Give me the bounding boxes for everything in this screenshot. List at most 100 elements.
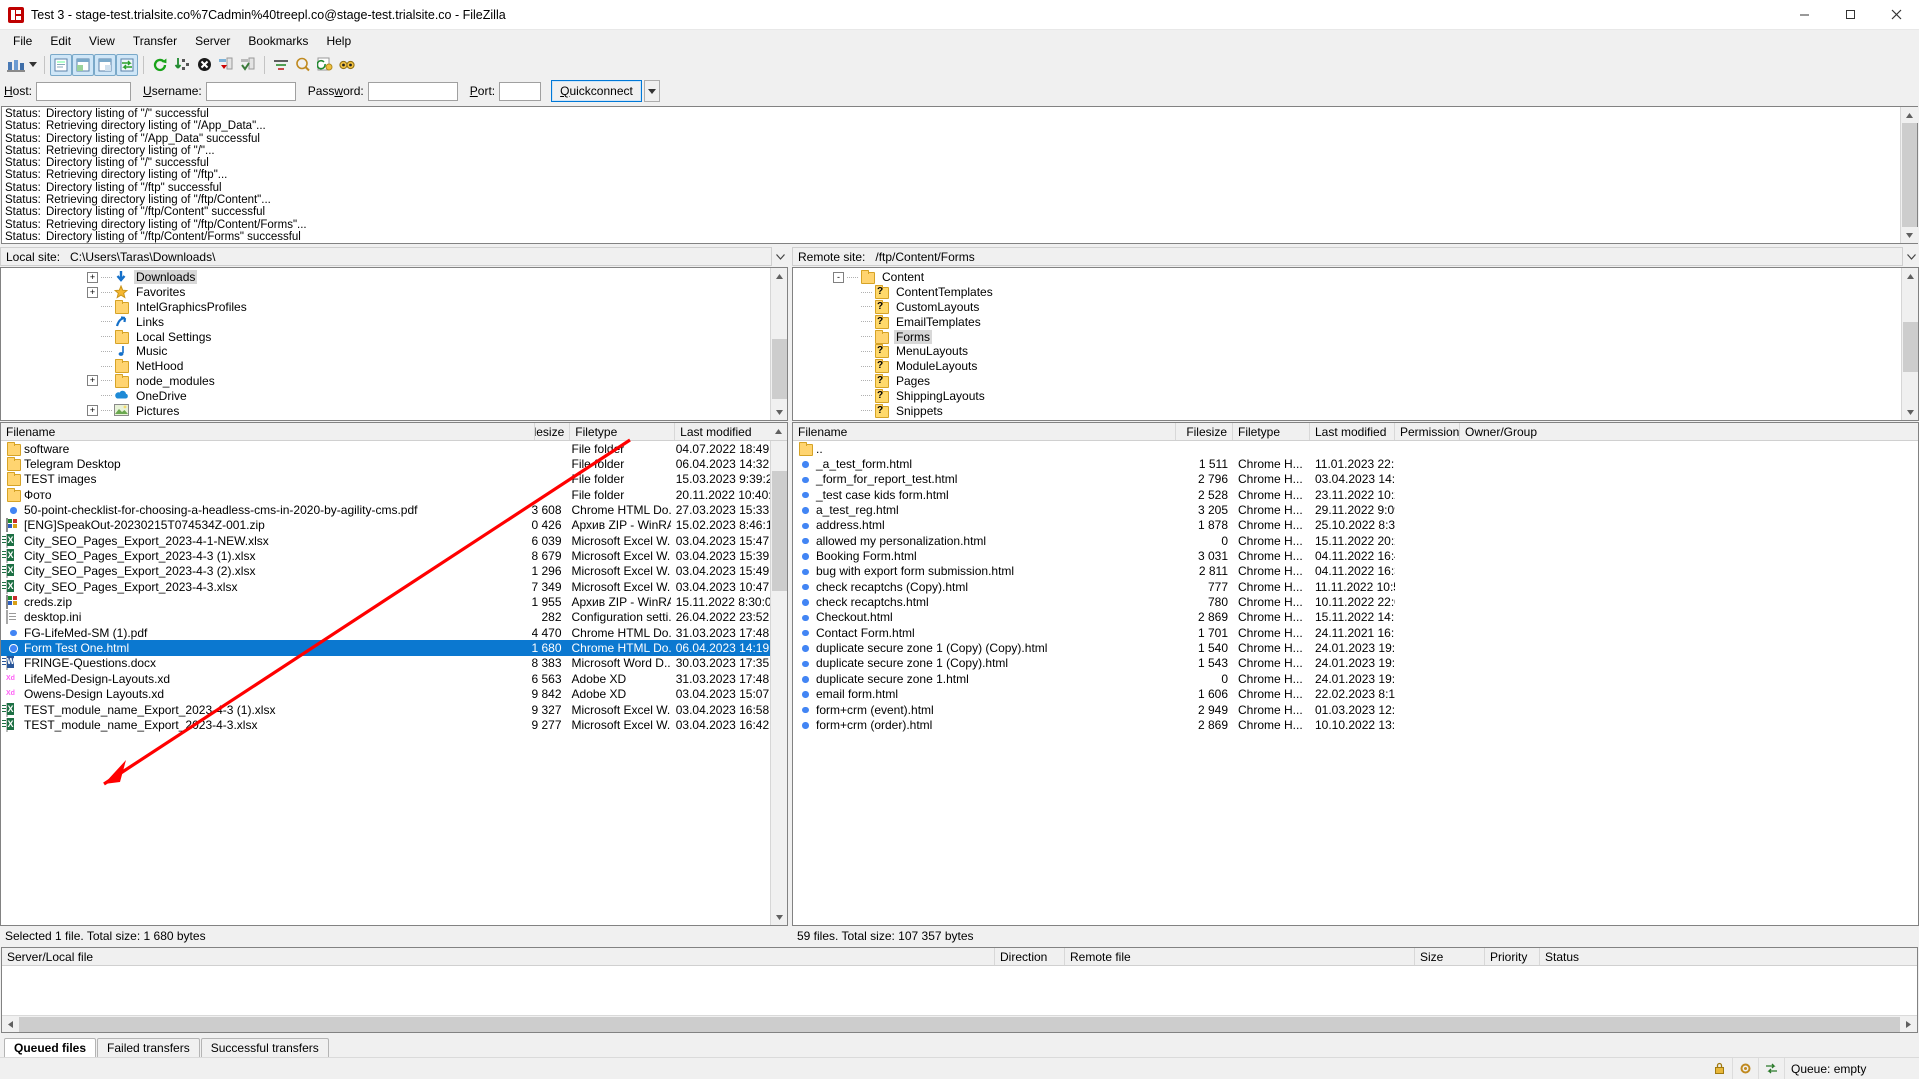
tree-node-label[interactable]: Local Settings [134,330,213,344]
queue-scroll-right[interactable] [1900,1016,1917,1033]
synchronized-browsing-icon[interactable] [314,54,336,76]
table-row[interactable]: Owens-Design Layouts.xd 3 539 842 Adobe XD… [1,687,770,702]
cancel-operation-icon[interactable] [193,54,215,76]
tab-failed-transfers[interactable]: Failed transfers [97,1038,200,1057]
tree-node[interactable]: OneDrive [1,388,770,403]
queue-col-remotefile[interactable]: Remote file [1065,948,1415,965]
tree-node[interactable]: + Favorites [1,284,770,300]
tree-node-label[interactable]: CustomLayouts [894,300,981,314]
tree-node-label[interactable]: NetHood [134,359,185,373]
remote-col-lastmodified[interactable]: Last modified [1310,423,1395,440]
reconnect-icon[interactable] [237,54,259,76]
table-row[interactable]: .. [793,441,1918,456]
table-row[interactable]: Booking Form.html 3 031 Chrome H... 04.11.2… [793,548,1918,563]
table-row[interactable]: Checkout.html 2 869 Chrome H... 15.11.2022 … [793,610,1918,625]
table-row[interactable]: Form Test One.html 1 680 Chrome HTML Do...… [1,640,770,656]
tree-node[interactable]: + node_modules [1,373,770,389]
table-row[interactable]: software File folder 04.07.2022 18:49:01 [1,441,770,456]
tree-node-label[interactable]: ShippingLayouts [894,389,987,403]
find-files-icon[interactable] [336,54,358,76]
tree-node[interactable]: ? Snippets [793,403,1901,418]
queue-body[interactable] [2,966,1917,1015]
table-row[interactable]: Contact Form.html 1 701 Chrome H... 24.11.2… [793,625,1918,640]
directory-comparison-icon[interactable] [292,54,314,76]
site-manager-icon[interactable] [5,54,27,76]
tree-node[interactable]: ? ShippingLayouts [793,388,1901,403]
table-row[interactable]: duplicate secure zone 1 (Copy) (Copy).ht… [793,640,1918,655]
message-log-list[interactable]: Status: Directory listing of "/" successf… [2,107,1900,243]
queue-col-size[interactable]: Size [1415,948,1485,965]
local-col-lastmodified[interactable]: Last modified [675,423,770,440]
remote-site-dropdown-icon[interactable] [1903,253,1919,260]
queue-col-priority[interactable]: Priority [1485,948,1540,965]
local-col-filetype[interactable]: Filetype [570,423,676,440]
local-site-dropdown-icon[interactable] [772,253,788,260]
local-directory-tree[interactable]: + Downloads + Favorites IntelGraphicsProfile… [0,267,788,421]
tree-node-label[interactable]: OneDrive [134,389,189,403]
table-row[interactable]: duplicate secure zone 1 (Copy).html 1 543… [793,656,1918,671]
tab-successful-transfers[interactable]: Successful transfers [200,1038,329,1057]
username-input[interactable] [205,81,296,101]
tree-expander[interactable]: + [87,286,98,298]
scroll-down-button[interactable] [1900,227,1918,243]
tab-queued-files[interactable]: Queued files [4,1038,97,1057]
local-list-body[interactable]: softwareFile folder04.07.2022 18:49:01Te… [1,441,787,925]
tree-node-label[interactable]: IntelGraphicsProfiles [134,300,249,314]
disconnect-icon[interactable] [215,54,237,76]
toggle-message-log-icon[interactable] [50,53,72,76]
local-list-scroll-up[interactable] [770,423,787,440]
tree-node[interactable]: ? Pages [793,373,1901,389]
local-tree-scroll-thumb[interactable] [771,339,787,399]
transfer-queue[interactable]: Server/Local file Direction Remote file … [1,947,1918,1033]
toggle-local-tree-icon[interactable] [72,53,94,76]
tree-expander[interactable]: + [87,271,98,283]
message-log-scrollbar[interactable] [1900,107,1918,243]
table-row[interactable]: creds.zip 1 955 Архив ZIP - WinRAR 15.11.20… [1,594,770,610]
local-site-path[interactable]: C:\Users\Taras\Downloads\ [65,247,772,266]
tree-node[interactable]: Forms [793,329,1901,344]
table-row[interactable]: FRINGE-Questions.docx 2 538 383 Microsoft … [1,656,770,671]
tree-node[interactable]: + Pictures [1,403,770,418]
menu-server[interactable]: Server [186,32,239,50]
tree-node-label[interactable]: ContentTemplates [894,285,995,299]
remote-tree-scrollbar[interactable] [1901,268,1918,420]
tree-node-label[interactable]: MenuLayouts [894,344,970,358]
remote-tree-scroll-down[interactable] [1901,404,1918,420]
dropdown-caret-icon[interactable] [27,54,39,76]
table-row[interactable]: FG-LifeMed-SM (1).pdf 44 470 Chrome HTML D… [1,625,770,640]
port-input[interactable] [499,81,542,101]
local-col-filesize[interactable]: Filesize [535,423,571,440]
tree-node[interactable]: ? MenuLayouts [793,344,1901,359]
table-row[interactable]: City_SEO_Pages_Export_2023-4-1-NEW.xlsx 3… [1,533,770,548]
tree-node-label[interactable]: Forms [894,329,932,344]
table-row[interactable]: address.html 1 878 Chrome H... 25.10.2022 8… [793,518,1918,533]
table-row[interactable]: LifeMed-Design-Layouts.xd 3 016 563 Adobe … [1,671,770,686]
table-row[interactable]: TEST_module_name_Export_2023-4-3.xlsx 9 2… [1,717,770,732]
table-row[interactable]: TEST images File folder 15.03.2023 9:39:29 [1,472,770,487]
local-tree-nodes[interactable]: + Downloads + Favorites IntelGraphicsProfile… [1,268,770,420]
local-list-scroll-down[interactable] [770,909,787,925]
table-row[interactable]: [ENG]SpeakOut-20230215T074534Z-001.zip 59… [1,518,770,533]
host-input[interactable] [36,81,132,101]
tree-node-label[interactable]: Pages [894,374,932,388]
tree-node-label[interactable]: ModuleLayouts [894,359,979,373]
table-row[interactable]: desktop.ini 282 Configuration setti... 26.0… [1,610,770,625]
tree-expander[interactable]: - [833,271,844,283]
filter-icon[interactable] [270,54,292,76]
menu-edit[interactable]: Edit [41,32,80,50]
table-row[interactable]: allowed my personalization.html 0 Chrome H… [793,533,1918,548]
remote-rows-container[interactable]: .. _a_test_form.html 1 511 Chrome H... 11.01… [793,441,1918,925]
menu-bookmarks[interactable]: Bookmarks [239,32,317,50]
local-tree-scroll-down[interactable] [770,404,787,420]
local-list-scroll-thumb[interactable] [771,471,787,591]
table-row[interactable]: email form.html 1 606 Chrome H... 22.02.202… [793,687,1918,702]
tree-node[interactable]: ? EmailTemplates [793,314,1901,329]
menu-transfer[interactable]: Transfer [124,32,186,50]
table-row[interactable]: form+crm (event).html 2 949 Chrome H... 01.… [793,702,1918,717]
table-row[interactable]: 50-point-checklist-for-choosing-a-headle… [1,502,770,517]
table-row[interactable]: a_test_reg.html 3 205 Chrome H... 29.11.202… [793,502,1918,517]
table-row[interactable]: bug with export form submission.html 2 81… [793,564,1918,579]
tree-node-label[interactable]: Favorites [134,285,187,299]
table-row[interactable]: check recaptchs.html 780 Chrome H... 10.11.… [793,594,1918,609]
queue-scroll-left[interactable] [2,1016,19,1033]
